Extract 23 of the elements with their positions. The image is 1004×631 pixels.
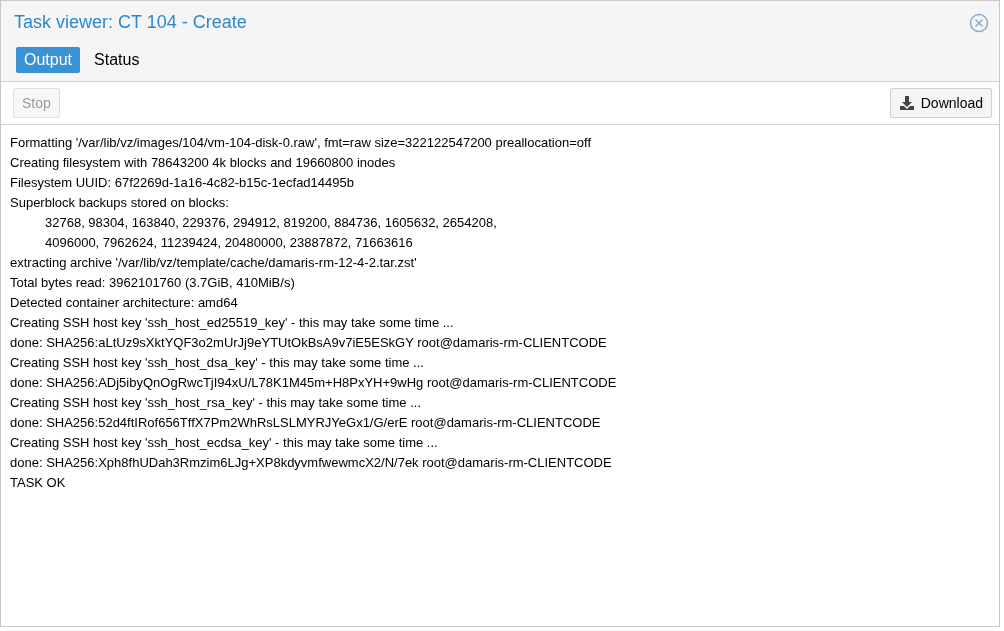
log-line: Creating filesystem with 78643200 4k blocks and 19660800 inodes [10,154,397,172]
log-line: Filesystem UUID: 67f2269d-1a16-4c82-b15c-1ecfad14495b [10,174,355,192]
log-line: 32768, 98304, 163840, 229376, 294912, 819200, 884736, 1605632, 2654208, [44,214,498,232]
log-line: Detected container architecture: amd64 [10,294,239,312]
download-button[interactable]: Download [889,88,992,118]
window-title: Task viewer: CT 104 - Create [14,12,247,33]
log-line: Creating SSH host key 'ssh_host_ecdsa_key' - this may take some time ... [10,434,439,452]
log-line: Formatting '/var/lib/vz/images/104/vm-104-disk-0.raw', fmt=raw size=322122547200 preallocation=off [10,134,592,152]
log-line: Creating SSH host key 'ssh_host_dsa_key' - this may take some time ... [10,354,425,372]
log-line: done: SHA256:ADj5ibyQnOgRwcTjI94xU/L78K1M45m+H8PxYH+9wHg root@damaris-rm-CLIENTCODE [10,374,618,392]
log-line: Creating SSH host key 'ssh_host_rsa_key' - this may take some time ... [10,394,423,412]
close-icon[interactable] [969,12,989,33]
log-line: extracting archive '/var/lib/vz/template/cache/damaris-rm-12-4-2.tar.zst' [10,254,418,272]
log-line: TASK OK [10,474,67,492]
log-line: done: SHA256:52d4ftIRof656TffX7Pm2WhRsLSLMYRJYeGx1/G/erE root@damaris-rm-CLIENTCODE [10,414,602,432]
log-line: Superblock backups stored on blocks: [10,194,230,212]
log-line: Creating SSH host key 'ssh_host_ed25519_key' - this may take some time ... [10,314,455,332]
download-icon [898,95,915,111]
log-line: Total bytes read: 3962101760 (3.7GiB, 410MiB/s) [10,274,296,292]
log-line: 4096000, 7962624, 11239424, 20480000, 23887872, 71663616 [44,234,414,252]
log-line: done: SHA256:Xph8fhUDah3Rmzim6LJg+XP8kdyvmfwewmcX2/N/7ek root@damaris-rm-CLIENTCODE [10,454,613,472]
log-line: done: SHA256:aLtUz9sXktYQF3o2mUrJj9eYTUtOkBsA9v7iE5ESkGY root@damaris-rm-CLIENTCODE [10,334,608,352]
tab[interactable]: Status [86,47,148,73]
